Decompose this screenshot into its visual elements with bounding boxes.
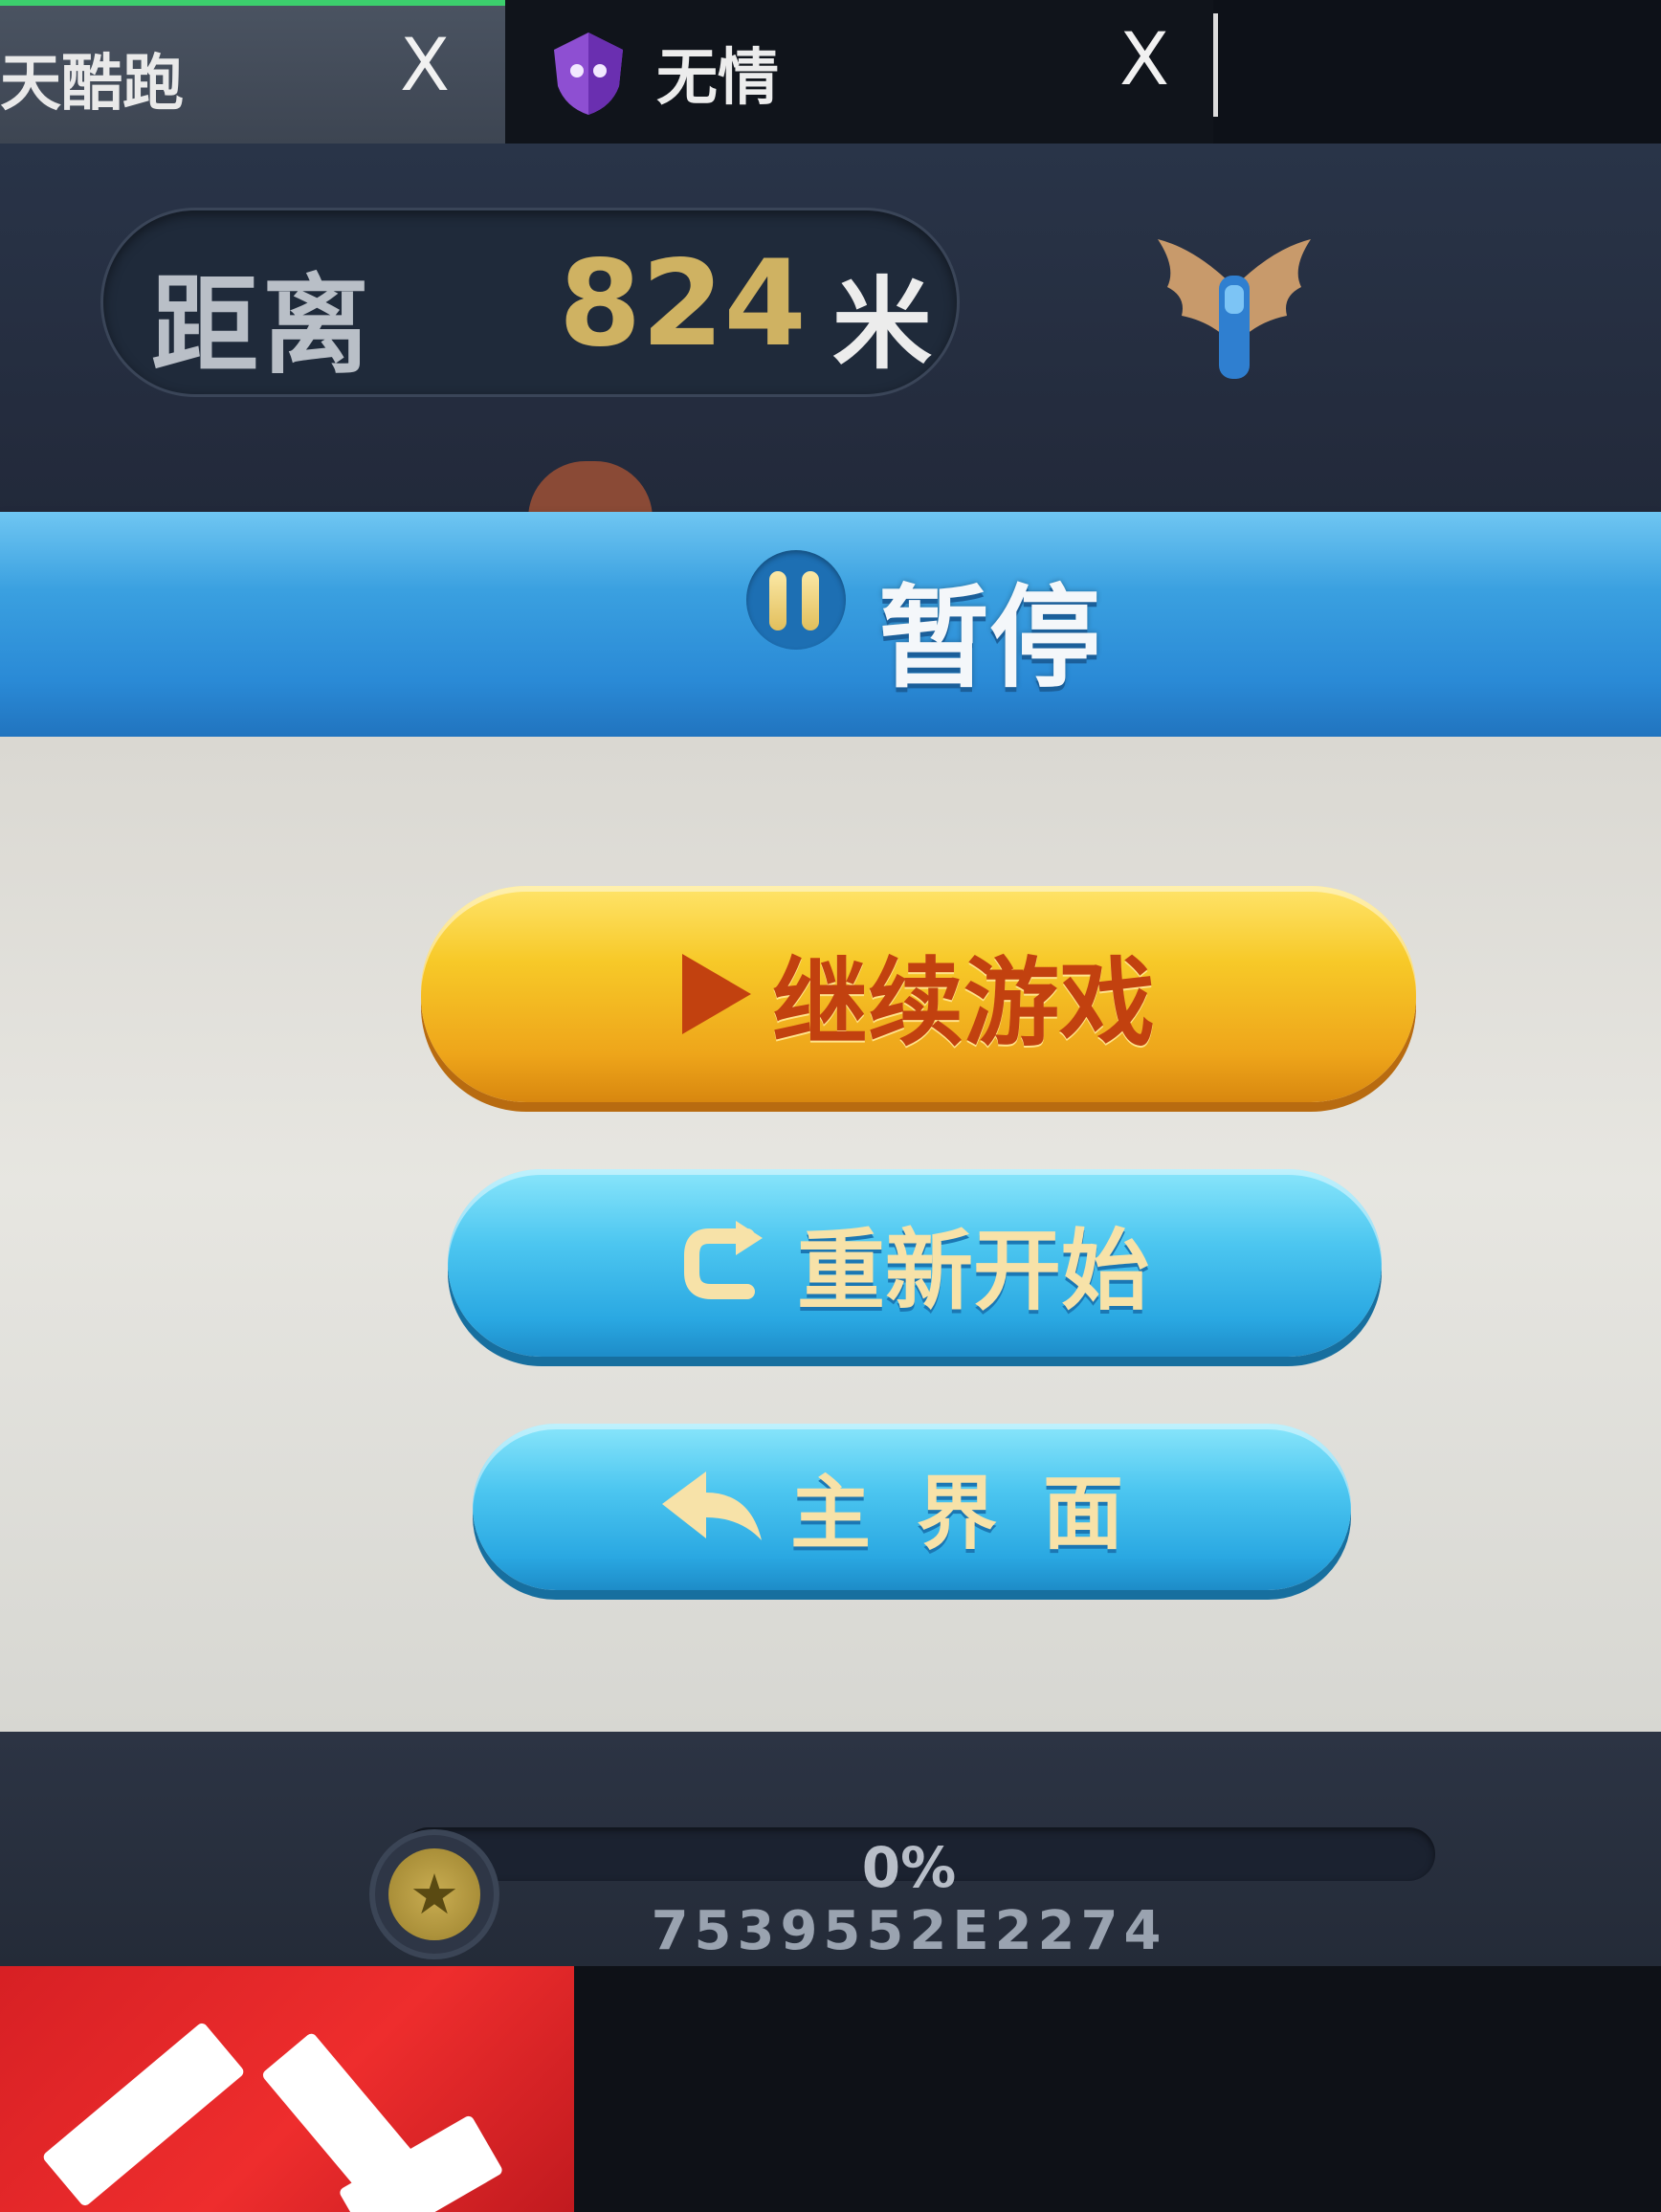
- restart-arrow-icon: [683, 1221, 763, 1299]
- ad-banner-thumbnail[interactable]: [0, 1966, 574, 2212]
- distance-unit: 米: [832, 266, 933, 383]
- tab-game-2[interactable]: 无情 X: [505, 0, 1213, 144]
- back-arrow-icon: [661, 1471, 762, 1540]
- ad-shape: [41, 2021, 246, 2208]
- tab-title: 无情: [656, 43, 779, 114]
- main-menu-label: 主界面: [789, 1466, 1169, 1560]
- bottom-hud: ★ 0% 7539552E2274: [0, 1732, 1661, 1966]
- main-menu-button[interactable]: 主界面: [473, 1424, 1351, 1590]
- pause-icon: [746, 550, 846, 650]
- progress-percent: 0%: [861, 1835, 957, 1900]
- tab-close-button[interactable]: X: [1119, 23, 1169, 96]
- tab-game-1[interactable]: 天酷跑 X: [0, 0, 505, 144]
- distance-label: 距离: [151, 264, 373, 388]
- character-head: [528, 461, 653, 519]
- top-hud: 距离 824 米: [0, 144, 1661, 519]
- tab-bar: 天酷跑 X 无情 X: [0, 0, 1661, 144]
- winged-badge-icon: [1158, 239, 1311, 379]
- shield-icon: [554, 33, 623, 115]
- continue-game-button[interactable]: 继续游戏: [421, 886, 1416, 1102]
- pause-banner: 暂停: [0, 512, 1661, 737]
- restart-button[interactable]: 重新开始: [448, 1169, 1382, 1357]
- distance-value: 824: [559, 235, 807, 373]
- play-icon: [682, 954, 751, 1034]
- tab-title: 天酷跑: [0, 49, 184, 120]
- tab-close-button[interactable]: X: [400, 29, 450, 101]
- lower-area: [574, 1966, 1661, 2212]
- restart-label: 重新开始: [796, 1219, 1149, 1322]
- game-code: 7539552E2274: [651, 1900, 1167, 1962]
- pause-menu: 继续游戏 重新开始 主界面: [0, 737, 1661, 1732]
- distance-panel: 距离 824 米: [103, 210, 957, 394]
- tab-caret: [1213, 13, 1218, 117]
- pause-title: 暂停: [878, 574, 1100, 703]
- continue-game-label: 继续游戏: [772, 946, 1155, 1059]
